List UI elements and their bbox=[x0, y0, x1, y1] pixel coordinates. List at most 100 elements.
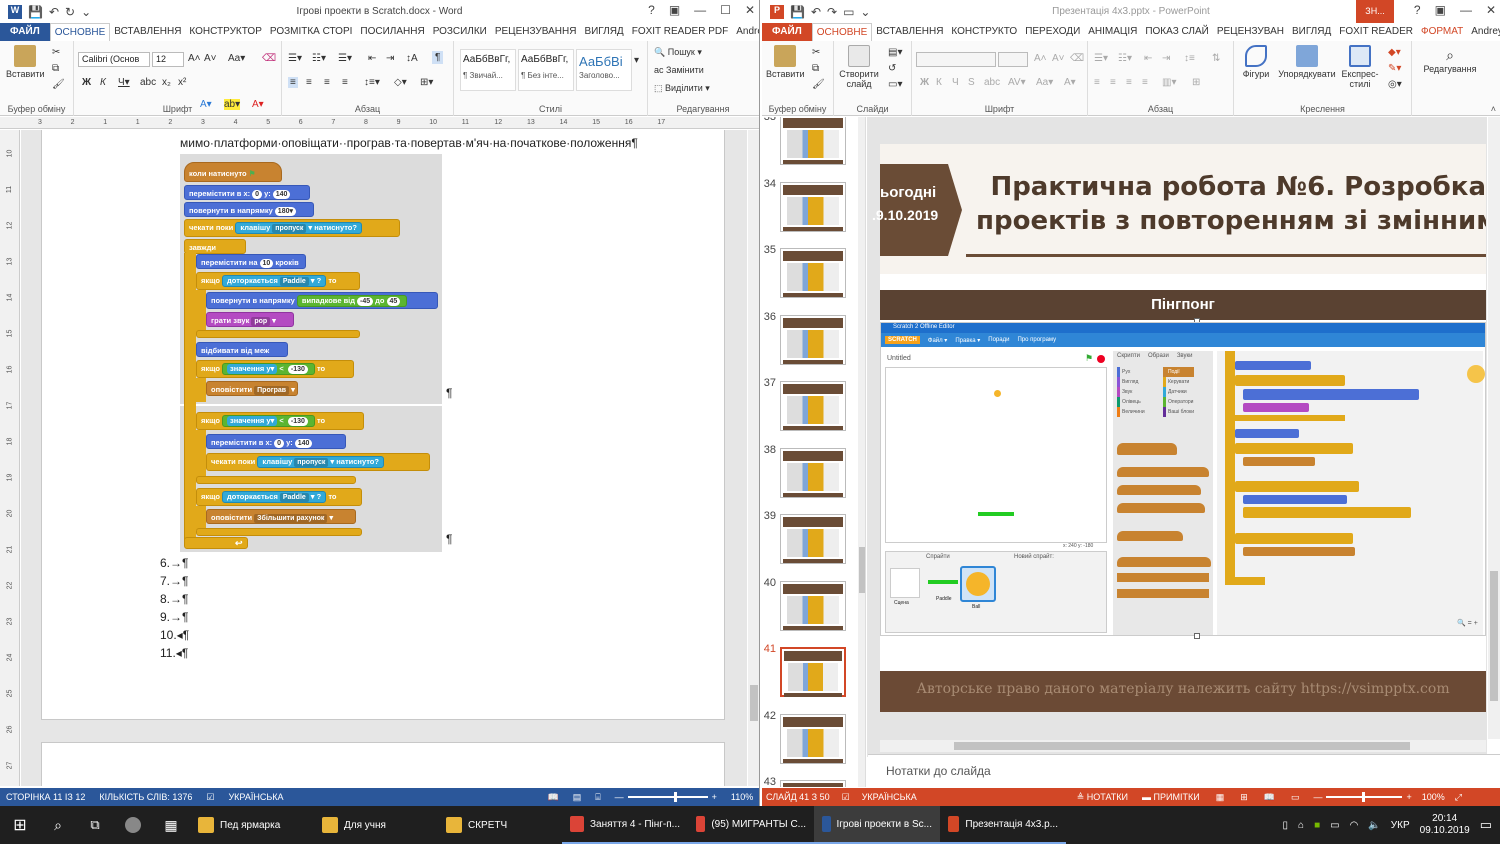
change-case-icon[interactable]: Aa▾ bbox=[228, 53, 245, 64]
align-center-icon[interactable]: ≡ bbox=[306, 77, 312, 88]
word-count[interactable]: КІЛЬКІСТЬ СЛІВ: 1376 bbox=[99, 792, 192, 802]
palette-block[interactable] bbox=[1117, 573, 1209, 582]
category-sound[interactable]: Звук bbox=[1117, 387, 1145, 397]
paste-button[interactable]: Вставити bbox=[6, 45, 45, 79]
print-layout-icon[interactable]: ▤ bbox=[573, 792, 582, 803]
numbering-icon[interactable]: ☷▾ bbox=[312, 53, 326, 64]
tab-design[interactable]: КОНСТРУКТО bbox=[947, 23, 1021, 41]
scratch-stage[interactable] bbox=[885, 367, 1107, 543]
slide-thumbnail[interactable] bbox=[780, 713, 846, 764]
tab-review[interactable]: РЕЦЕНЗУВАН bbox=[1213, 23, 1288, 41]
zoom-slider[interactable] bbox=[1326, 792, 1403, 802]
tray-wifi-icon[interactable]: ◠ bbox=[1350, 820, 1359, 831]
tab-layout[interactable]: РОЗМІТКА СТОРІ bbox=[266, 23, 357, 41]
palette-block[interactable] bbox=[1117, 531, 1183, 541]
shape-outline-icon[interactable]: ✎▾ bbox=[1388, 63, 1401, 74]
shape-effects-icon[interactable]: ◎▾ bbox=[1388, 79, 1402, 90]
decrease-indent-icon[interactable]: ⇤ bbox=[1144, 53, 1152, 64]
new-slide-button[interactable]: Створити слайд bbox=[836, 45, 882, 89]
bullets-icon[interactable]: ☰▾ bbox=[288, 53, 302, 64]
paste-button[interactable]: Вставити bbox=[766, 45, 805, 79]
category-more[interactable]: Ваші блоки bbox=[1163, 407, 1194, 417]
taskbar-app[interactable]: СКРЕТЧ bbox=[438, 806, 562, 844]
resize-handle[interactable] bbox=[1194, 633, 1200, 639]
copy-icon[interactable]: ⧉ bbox=[812, 63, 819, 74]
collapse-ribbon-icon[interactable]: ˄ bbox=[1412, 104, 1500, 114]
user-name[interactable]: Andrey Se... bbox=[1467, 23, 1500, 41]
shading-icon[interactable]: ◇▾ bbox=[394, 77, 407, 88]
shrink-font-icon[interactable]: A˅ bbox=[1052, 53, 1065, 64]
show-marks-icon[interactable]: ¶ bbox=[432, 51, 444, 64]
stop-icon[interactable] bbox=[1097, 355, 1105, 363]
layout-icon[interactable]: ▤▾ bbox=[888, 47, 902, 58]
tab-references[interactable]: ПОСИЛАННЯ bbox=[356, 23, 428, 41]
tray-battery-icon[interactable]: ▭ bbox=[1330, 820, 1339, 831]
line-spacing-icon[interactable]: ↕≡ bbox=[1184, 53, 1195, 64]
underline-icon[interactable]: Ч bbox=[952, 77, 959, 88]
slide-thumbnail[interactable] bbox=[780, 314, 846, 365]
slide-thumbnail[interactable] bbox=[780, 514, 846, 564]
menu-item[interactable]: Правка ▾ bbox=[955, 337, 980, 344]
proofing-icon[interactable]: ☑ bbox=[842, 792, 850, 803]
smartart-icon[interactable]: ⊞ bbox=[1192, 77, 1200, 88]
clock[interactable]: 20:14 09.10.2019 bbox=[1420, 813, 1470, 837]
clear-format-icon[interactable]: ⌫ bbox=[1070, 53, 1084, 64]
tab-view[interactable]: ВИГЛЯД bbox=[580, 23, 627, 41]
notes-pane[interactable]: Нотатки до слайда bbox=[868, 754, 1500, 788]
font-size-combo[interactable]: 12 bbox=[152, 52, 184, 67]
copy-icon[interactable]: ⧉ bbox=[52, 63, 59, 74]
ball-thumb[interactable] bbox=[960, 566, 996, 602]
shrink-font-icon[interactable]: A˅ bbox=[204, 53, 217, 64]
superscript-icon[interactable]: x² bbox=[178, 77, 186, 88]
styles-more-icon[interactable]: ▾ bbox=[634, 55, 639, 66]
vertical-ruler[interactable]: 10 11 12 13 14 15 16 17 18 19 20 21 22 23 24 25 26 27 bbox=[0, 130, 20, 786]
scratch-script-image-2[interactable]: якщо значення у▾ < -130 то перемістити в… bbox=[180, 406, 442, 552]
quick-styles-button[interactable]: Експрес-стилі bbox=[1338, 45, 1382, 89]
shape-fill-icon[interactable]: ◆▾ bbox=[1388, 47, 1401, 58]
palette-block[interactable] bbox=[1117, 467, 1209, 477]
tab-transitions[interactable]: ПЕРЕХОДИ bbox=[1021, 23, 1084, 41]
replace-button[interactable]: ac Замінити bbox=[654, 65, 704, 75]
minimize-icon[interactable]: — bbox=[694, 3, 706, 17]
tab-animations[interactable]: АНІМАЦІЯ bbox=[1084, 23, 1141, 41]
scroll-thumb[interactable] bbox=[954, 742, 1410, 750]
sort-icon[interactable]: ↕A bbox=[406, 53, 418, 64]
slide-thumbnail[interactable] bbox=[780, 381, 846, 431]
italic-icon[interactable]: К bbox=[936, 77, 942, 88]
context-tab-header[interactable]: ЗН... bbox=[1356, 0, 1394, 23]
tab-costumes[interactable]: Образи bbox=[1148, 353, 1169, 359]
palette-block[interactable] bbox=[1117, 589, 1209, 598]
style-heading[interactable]: АаБбВі Заголово... bbox=[576, 49, 632, 91]
maximize-icon[interactable]: ☐ bbox=[720, 3, 731, 17]
slide-canvas[interactable]: ьогодні .9.10.2019 Практична робота №6. … bbox=[872, 144, 1486, 712]
taskbar-app[interactable]: Презентація 4x3.p... bbox=[940, 806, 1066, 844]
tab-home[interactable]: ОСНОВНЕ bbox=[49, 23, 111, 41]
input-language[interactable]: УКР bbox=[1391, 820, 1410, 831]
scroll-thumb[interactable] bbox=[1490, 571, 1498, 701]
taskbar-app[interactable]: Заняття 4 - Пінг-п... bbox=[562, 806, 688, 844]
zoom-out-icon[interactable]: — bbox=[1313, 792, 1322, 802]
tray-nvidia-icon[interactable]: ■ bbox=[1314, 820, 1320, 831]
menu-item[interactable]: Поради bbox=[988, 337, 1009, 343]
paddle-thumb[interactable] bbox=[928, 580, 958, 584]
category-data[interactable]: Величини bbox=[1117, 407, 1145, 417]
page-count[interactable]: СТОРІНКА 11 ІЗ 12 bbox=[6, 792, 85, 802]
font-name-combo[interactable] bbox=[916, 52, 996, 67]
tab-review[interactable]: РЕЦЕНЗУВАННЯ bbox=[491, 23, 581, 41]
tab-insert[interactable]: ВСТАВЛЕННЯ bbox=[110, 23, 185, 41]
close-icon[interactable]: ✕ bbox=[1486, 3, 1496, 17]
notifications-icon[interactable]: ▭ bbox=[1480, 817, 1492, 833]
underline-icon[interactable]: Ч▾ bbox=[118, 77, 130, 88]
editing-button[interactable]: ⌕ Редагування bbox=[1420, 47, 1480, 74]
slide-scrollbar[interactable] bbox=[1488, 117, 1500, 739]
slide-thumbnail[interactable] bbox=[780, 117, 846, 165]
menu-item[interactable]: Файл ▾ bbox=[928, 337, 947, 344]
select-button[interactable]: ⬚ Виділити ▾ bbox=[654, 83, 710, 94]
stage-thumb[interactable] bbox=[890, 568, 920, 598]
tab-scripts[interactable]: Скрипти bbox=[1117, 353, 1140, 359]
font-name-combo[interactable]: Calibri (Основ bbox=[78, 52, 150, 67]
tab-slideshow[interactable]: ПОКАЗ СЛАЙ bbox=[1141, 23, 1212, 41]
zoom-slider[interactable] bbox=[627, 792, 708, 802]
tab-mailings[interactable]: РОЗСИЛКИ bbox=[429, 23, 491, 41]
notes-button[interactable]: ≜ НОТАТКИ bbox=[1077, 792, 1128, 803]
